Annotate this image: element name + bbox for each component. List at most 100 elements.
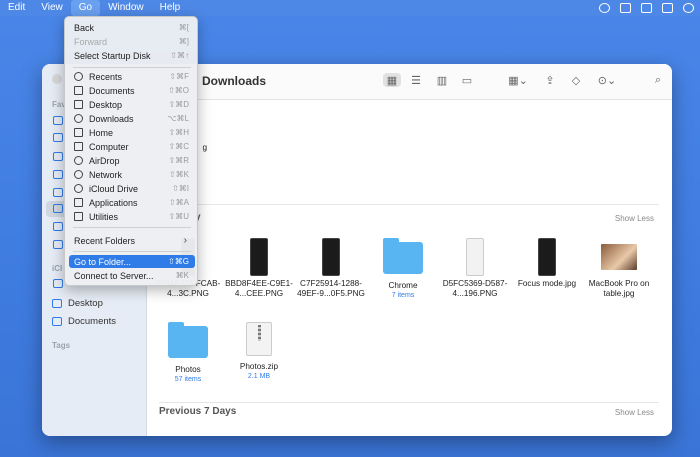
folder-icon [383,238,423,274]
group-button[interactable]: ▦⌄ [503,73,533,87]
menu-item-back[interactable]: Back ⌘[ [69,21,195,34]
gallery-view-button[interactable]: ▭ [458,73,476,87]
menu-item-applications[interactable]: Applications ⇧⌘A [69,196,195,209]
window-title: Downloads [202,74,267,88]
battery-icon[interactable] [641,3,652,13]
show-less-link[interactable]: Show Less [615,214,654,223]
file-name: BBD8F4EE-C9E1-4...CEE.PNG [225,279,293,298]
menu-bar: Edit View Go Window Help [0,0,700,16]
menu-go[interactable]: Go [70,0,101,16]
divider [159,402,659,403]
menu-item-utilities[interactable]: Utilities ⇧⌘U [69,210,195,223]
menu-item-label: Computer [89,141,129,152]
file-item[interactable]: C7F25914-1288-49EF-9...0F5.PNG [295,238,367,299]
desktop-icon [74,100,83,109]
menu-item-desktop[interactable]: Desktop ⇧⌘D [69,98,195,111]
menu-item-downloads[interactable]: Downloads ⌥⌘L [69,112,195,125]
file-item[interactable]: BBD8F4EE-C9E1-4...CEE.PNG [223,238,295,299]
menu-item-network[interactable]: Network ⇧⌘K [69,168,195,181]
shortcut: ⇧⌘I [172,184,189,193]
menu-item-recents[interactable]: Recents ⇧⌘F [69,70,195,83]
status-area [599,0,694,16]
file-name: Focus mode.jpg [517,279,577,288]
menu-separator [73,227,191,228]
shortcut: ⌘K [175,271,189,280]
menu-item-select-startup-disk[interactable]: Select Startup Disk ⇧⌘↑ [69,49,195,62]
globe-icon [74,170,83,179]
more-actions-button[interactable]: ⊙⌄ [593,73,621,87]
search-icon[interactable]: ⌕ [649,73,667,87]
file-item[interactable]: D5FC5369-D587-4...196.PNG [439,238,511,299]
status-extension-icon[interactable] [599,3,610,13]
applications-icon[interactable] [53,152,63,161]
shortcut: ⇧⌘A [168,198,189,207]
laptop-icon [74,142,83,151]
shortcut: ⇧⌘K [168,170,189,179]
menu-edit[interactable]: Edit [0,0,33,16]
menu-item-go-to-folder[interactable]: Go to Folder... ⇧⌘G [69,255,195,268]
file-item[interactable]: MacBook Pro on table.jpg [583,244,655,299]
zip-icon [246,322,272,356]
menu-item-documents[interactable]: Documents ⇧⌘O [69,84,195,97]
shortcut: ⇧⌘F [169,72,189,81]
shortcut: ⇧⌘G [168,257,189,266]
folder-item[interactable]: Photos 57 items [152,322,224,384]
file-size: 2.1 MB [247,373,271,380]
utilities-icon [74,212,83,221]
clock-icon [74,72,83,81]
shortcut: ⇧⌘D [168,100,189,109]
cloud-icon[interactable] [53,279,63,288]
file-item[interactable]: Photos.zip 2.1 MB [223,322,295,381]
list-view-button[interactable]: ☰ [407,73,425,87]
sidebar-section-tags: Tags [52,341,71,350]
file-name: Photos [175,365,201,374]
close-button[interactable] [52,74,62,84]
control-center-icon[interactable] [683,3,694,13]
recents-icon[interactable] [53,133,63,142]
folder-icon[interactable] [53,240,63,249]
menu-item-computer[interactable]: Computer ⇧⌘C [69,140,195,153]
icon-view-button[interactable]: ▦ [383,73,401,87]
sidebar-item-documents[interactable]: Documents [52,316,116,327]
content-area: g y Show Less 9884A373-FCAB-4...3C.PNG B… [147,100,672,436]
home-icon [74,128,83,137]
sidebar-item-desktop[interactable]: Desktop [52,298,103,309]
desktop-icon[interactable] [53,170,63,179]
cloud-icon [74,184,83,193]
document-icon[interactable] [53,188,63,197]
image-thumbnail [601,244,637,270]
download-icon[interactable] [53,204,63,213]
menu-window[interactable]: Window [100,0,152,16]
tag-icon[interactable]: ◇ [567,73,585,87]
file-name: Photos.zip [239,362,279,371]
shortcut: ⌘[ [178,23,189,32]
chevron-right-icon: › [183,235,187,246]
image-thumbnail [250,238,268,276]
folder-item[interactable]: Chrome 7 items [367,238,439,300]
status-screen-icon[interactable] [620,3,631,13]
divider [159,204,659,205]
show-less-link[interactable]: Show Less [615,408,654,417]
airdrop-icon[interactable] [53,116,63,125]
menu-item-label: Documents [89,85,135,96]
file-item[interactable]: Focus mode.jpg [511,238,583,289]
menu-item-airdrop[interactable]: AirDrop ⇧⌘R [69,154,195,167]
folder-icon[interactable] [53,222,63,231]
menu-view[interactable]: View [33,0,71,16]
menu-item-recent-folders[interactable]: Recent Folders › [69,234,195,247]
menu-item-label: Applications [89,197,138,208]
image-thumbnail [322,238,340,276]
menu-help[interactable]: Help [152,0,189,16]
share-icon[interactable]: ⇪ [541,73,559,87]
menu-item-icloud-drive[interactable]: iCloud Drive ⇧⌘I [69,182,195,195]
menu-item-forward: Forward ⌘] [69,35,195,48]
shortcut: ⇧⌘U [168,212,189,221]
download-icon [74,114,83,123]
user-icon[interactable] [662,3,673,13]
menu-item-label: Connect to Server... [74,270,154,281]
menu-item-home[interactable]: Home ⇧⌘H [69,126,195,139]
menu-item-connect-to-server[interactable]: Connect to Server... ⌘K [69,269,195,282]
shortcut: ⌥⌘L [167,114,189,123]
section-title: Previous 7 Days [159,406,237,417]
column-view-button[interactable]: ▥ [433,73,451,87]
